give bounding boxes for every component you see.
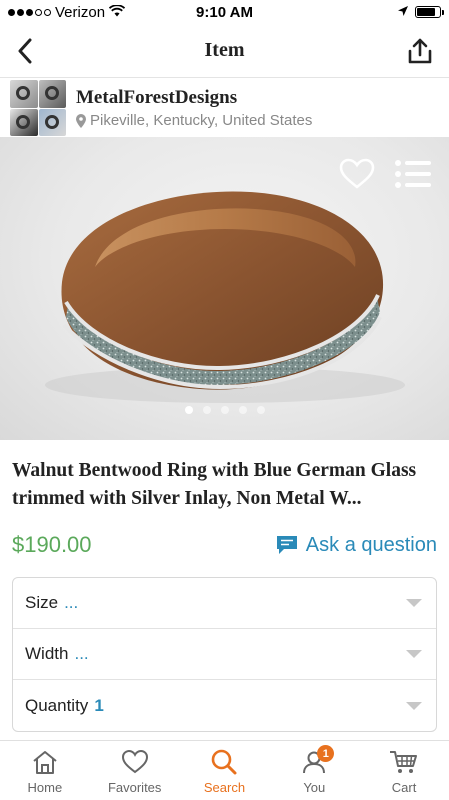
heart-icon (339, 158, 375, 189)
pager-dot[interactable] (238, 406, 247, 414)
tab-favorites[interactable]: Favorites (90, 741, 180, 800)
option-label: Quantity 1 (25, 695, 104, 715)
wifi-icon (108, 3, 126, 21)
variation-options: Size... Width... Quantity 1 (12, 577, 437, 732)
tab-you[interactable]: 1 You (269, 741, 359, 800)
option-value: ... (64, 593, 79, 612)
you-icon: 1 (299, 745, 335, 776)
location-arrow-icon (397, 4, 409, 21)
chevron-down-icon (406, 599, 422, 607)
product-price: $190.00 (12, 532, 92, 557)
quantity-select[interactable]: Quantity 1 (13, 680, 436, 731)
ring-photo (45, 191, 405, 403)
tab-label: Search (203, 780, 246, 795)
back-button[interactable] (8, 34, 42, 68)
option-value: 1 (94, 695, 104, 715)
option-value: ... (74, 644, 89, 663)
battery-fill (417, 8, 435, 16)
shop-avatar[interactable] (10, 80, 66, 136)
favorite-button[interactable] (337, 154, 377, 194)
ask-question-label: Ask a question (305, 533, 437, 556)
share-button[interactable] (403, 34, 437, 68)
tab-cart[interactable]: Cart (359, 741, 449, 800)
ask-question-button[interactable]: Ask a question (276, 534, 437, 557)
chevron-left-icon (18, 38, 32, 64)
cart-icon (389, 748, 419, 776)
shop-info: MetalForestDesigns Pikeville, Kentucky, … (76, 87, 312, 129)
tab-label: You (303, 780, 326, 795)
status-bar: Verizon 9:10 AM (0, 0, 449, 24)
signal-strength-icon (8, 8, 51, 16)
price-row: $190.00 Ask a question (12, 528, 437, 562)
shop-thumb (10, 80, 38, 108)
tab-search[interactable]: Search (180, 741, 270, 800)
shop-thumb (10, 108, 38, 136)
chevron-down-icon (406, 701, 422, 710)
list-icon (395, 160, 431, 188)
image-pager (0, 406, 449, 414)
nav-bar: Item (0, 24, 449, 78)
shop-thumb (38, 80, 66, 108)
heart-icon (120, 748, 150, 776)
status-left: Verizon (8, 3, 126, 21)
width-select[interactable]: Width... (13, 629, 436, 680)
option-label: Width... (25, 644, 89, 663)
shop-header[interactable]: MetalForestDesigns Pikeville, Kentucky, … (0, 79, 449, 137)
chat-bubble-icon (276, 536, 297, 554)
tab-home[interactable]: Home (0, 741, 90, 800)
tab-bar: Home Favorites Search 1 You Cart (0, 740, 449, 800)
product-title: Walnut Bentwood Ring with Blue German Gl… (12, 460, 417, 509)
shop-location: Pikeville, Kentucky, United States (76, 112, 312, 129)
status-right (397, 4, 444, 21)
location-pin-icon (76, 113, 86, 128)
pager-dot[interactable] (202, 406, 211, 414)
pager-dot[interactable] (256, 406, 265, 414)
share-icon (408, 38, 432, 64)
shop-name[interactable]: MetalForestDesigns (76, 87, 312, 109)
shop-thumb (38, 108, 66, 136)
add-to-list-button[interactable] (393, 154, 433, 194)
shop-location-text: Pikeville, Kentucky, United States (90, 112, 313, 129)
search-icon (209, 748, 239, 776)
size-select[interactable]: Size... (13, 578, 436, 629)
page-title: Item (204, 39, 245, 61)
notification-badge: 1 (317, 745, 335, 762)
tab-label: Cart (391, 780, 417, 795)
battery-icon (415, 6, 444, 18)
carrier-name: Verizon (55, 3, 106, 21)
pager-dot[interactable] (220, 406, 229, 414)
product-image[interactable] (0, 137, 449, 440)
tab-label: Home (27, 780, 63, 795)
home-icon (30, 748, 60, 776)
pager-dot[interactable] (184, 406, 193, 414)
chevron-down-icon (406, 650, 422, 658)
option-label: Size... (25, 593, 79, 612)
tab-label: Favorites (107, 780, 162, 795)
